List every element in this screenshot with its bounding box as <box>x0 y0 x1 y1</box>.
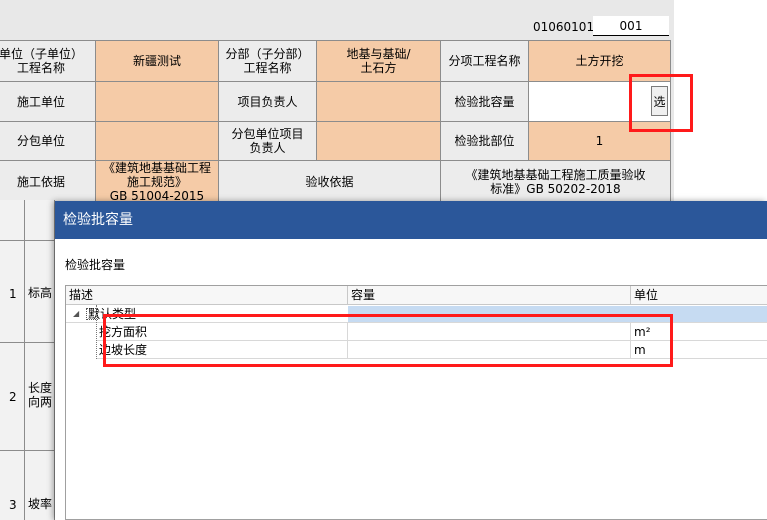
subcontract-manager-label: 分包单位项目 负责人 <box>218 121 317 161</box>
acceptance-basis-value[interactable]: 《建筑地基基础工程施工质量验收 标准》GB 50202-2018 <box>440 160 671 204</box>
highlight-select-button <box>629 74 693 132</box>
lower-sheet-column: 1 标高 2 长度 向两 3 坡率 <box>0 200 55 520</box>
subcontract-manager-value[interactable] <box>316 121 441 161</box>
unit-project-label: 单位（子单位） 工程名称 <box>0 40 96 82</box>
project-manager-value[interactable] <box>316 81 441 122</box>
column-divider <box>24 200 25 520</box>
item-project-label: 分项工程名称 <box>440 40 529 82</box>
unit-project-value[interactable]: 新疆测试 <box>95 40 219 82</box>
inspection-form-table: 单位（子单位） 工程名称 新疆测试 分部（子分部） 工程名称 地基与基础/ 土石… <box>0 40 671 204</box>
construction-basis-value[interactable]: 《建筑地基基础工程施工规范》 GB 51004-2015 <box>95 160 219 204</box>
sub-project-value[interactable]: 地基与基础/ 土石方 <box>316 40 441 82</box>
column-header-description[interactable]: 描述 <box>66 286 348 305</box>
subcontract-unit-label: 分包单位 <box>0 121 96 161</box>
construction-unit-label: 施工单位 <box>0 81 96 122</box>
dialog-title: 检验批容量 <box>55 201 767 239</box>
project-manager-label: 项目负责人 <box>218 81 317 122</box>
row-text-3: 坡率 <box>28 497 53 511</box>
construction-basis-label: 施工依据 <box>0 160 96 204</box>
highlight-capacity-rows <box>103 314 673 367</box>
column-header-unit[interactable]: 单位 <box>631 286 767 305</box>
acceptance-basis-label: 验收依据 <box>218 160 441 204</box>
row-divider <box>0 240 55 241</box>
row-number-2: 2 <box>9 390 17 404</box>
tree-connector <box>96 305 98 359</box>
subcontract-unit-value[interactable] <box>95 121 219 161</box>
batch-location-label: 检验批部位 <box>440 121 529 161</box>
form-code-label: 01060101 <box>533 20 595 34</box>
construction-unit-value[interactable] <box>95 81 219 122</box>
row-divider <box>0 450 55 451</box>
column-header-capacity[interactable]: 容量 <box>348 286 631 305</box>
collapse-triangle-icon[interactable]: ◢ <box>73 305 79 323</box>
batch-capacity-label: 检验批容量 <box>440 81 529 122</box>
row-number-3: 3 <box>9 498 17 512</box>
row-text-1: 标高 <box>28 286 53 300</box>
row-divider <box>0 342 55 343</box>
form-code-field[interactable]: 001 <box>593 16 669 36</box>
row-number-1: 1 <box>9 287 17 301</box>
row-text-2: 长度 向两 <box>28 381 53 409</box>
sub-project-label: 分部（子分部） 工程名称 <box>218 40 317 82</box>
dialog-caption: 检验批容量 <box>65 258 126 272</box>
